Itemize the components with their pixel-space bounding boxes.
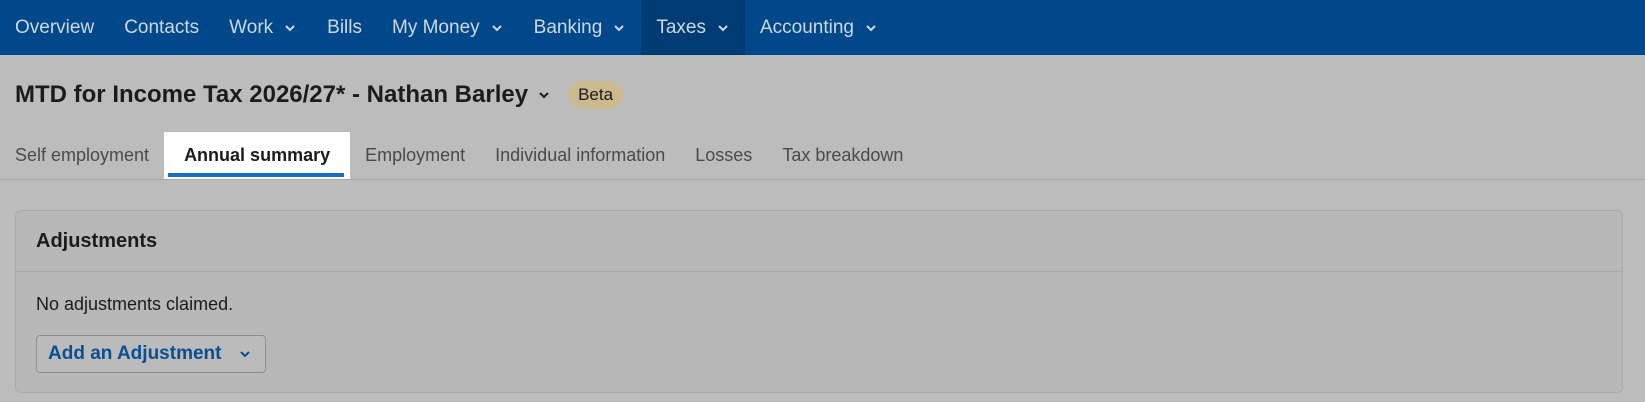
chevron-down-icon: [237, 346, 253, 362]
top-nav: Overview Contacts Work Bills My Money Ba…: [0, 0, 1645, 55]
tab-self-employment[interactable]: Self employment: [0, 132, 164, 179]
nav-item-label: Banking: [533, 16, 603, 38]
nav-item-label: Contacts: [124, 16, 200, 38]
nav-item-label: My Money: [392, 16, 480, 38]
tab-bar: Self employment Annual summary Employmen…: [0, 132, 1645, 180]
empty-state-text: No adjustments claimed.: [36, 294, 234, 314]
nav-item-bills[interactable]: Bills: [312, 0, 377, 55]
nav-item-contacts[interactable]: Contacts: [109, 0, 214, 55]
tab-label: Self employment: [15, 145, 150, 165]
page-header: MTD for Income Tax 2026/27* - Nathan Bar…: [15, 78, 624, 112]
card-body: No adjustments claimed. Add an Adjustmen…: [16, 272, 1622, 395]
adjustments-card: Adjustments No adjustments claimed. Add …: [15, 210, 1623, 393]
tab-losses[interactable]: Losses: [680, 132, 767, 179]
chevron-down-icon: [864, 21, 878, 35]
add-adjustment-label: Add an Adjustment: [48, 343, 222, 364]
chevron-down-icon[interactable]: [536, 87, 552, 103]
chevron-down-icon: [490, 21, 504, 35]
card-title: Adjustments: [36, 229, 158, 252]
tab-annual-summary[interactable]: Annual summary: [164, 132, 351, 179]
nav-item-work[interactable]: Work: [214, 0, 312, 55]
tab-label: Employment: [365, 145, 466, 165]
tab-individual-information[interactable]: Individual information: [480, 132, 680, 179]
nav-item-label: Taxes: [656, 16, 706, 38]
tab-label: Losses: [695, 145, 753, 165]
nav-item-my-money[interactable]: My Money: [377, 0, 519, 55]
nav-item-taxes[interactable]: Taxes: [641, 0, 745, 55]
beta-badge: Beta: [568, 81, 624, 109]
card-header: Adjustments: [16, 211, 1622, 272]
chevron-down-icon: [716, 21, 730, 35]
tab-label: Individual information: [495, 145, 666, 165]
tab-tax-breakdown[interactable]: Tax breakdown: [767, 132, 918, 179]
chevron-down-icon: [283, 21, 297, 35]
add-adjustment-button[interactable]: Add an Adjustment: [36, 335, 267, 373]
nav-item-label: Bills: [327, 16, 362, 38]
page-title: MTD for Income Tax 2026/27* - Nathan Bar…: [15, 81, 529, 108]
nav-item-accounting[interactable]: Accounting: [745, 0, 893, 55]
chevron-down-icon: [612, 21, 626, 35]
tab-employment[interactable]: Employment: [350, 132, 480, 179]
nav-item-label: Accounting: [759, 16, 854, 38]
nav-item-overview[interactable]: Overview: [0, 0, 109, 55]
tab-label: Annual summary: [184, 145, 331, 165]
tab-label: Tax breakdown: [782, 145, 904, 165]
nav-item-label: Work: [229, 16, 274, 38]
nav-item-banking[interactable]: Banking: [519, 0, 642, 55]
nav-item-label: Overview: [15, 16, 95, 38]
